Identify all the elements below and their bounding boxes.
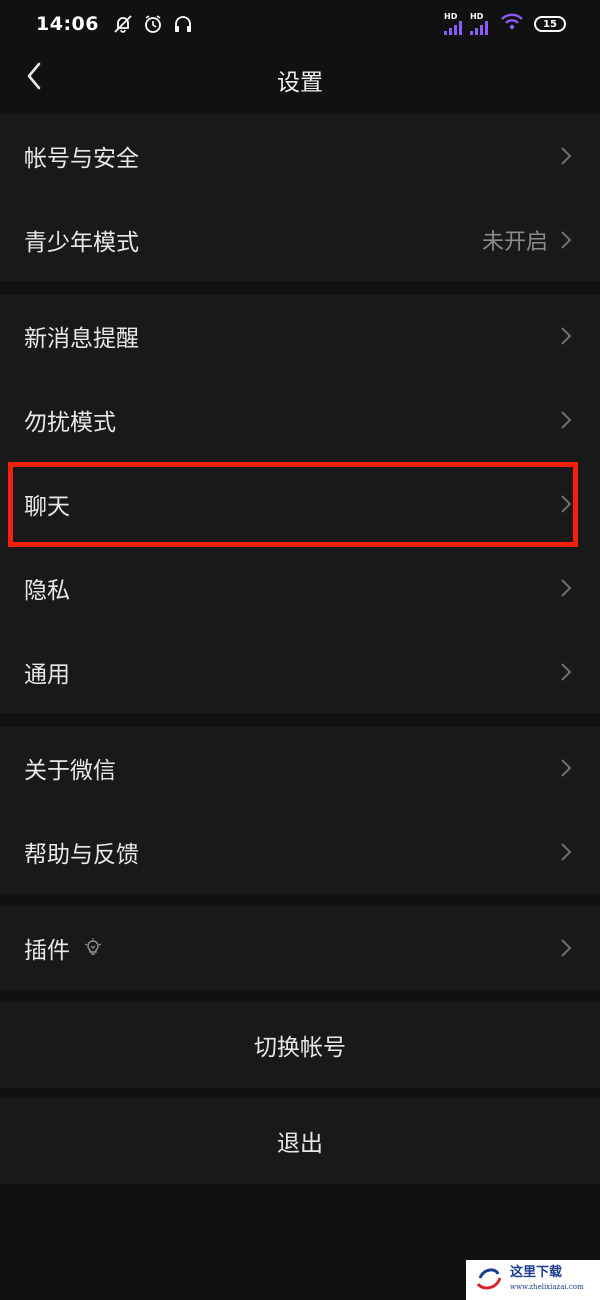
- settings-item-account-security[interactable]: 帐号与安全: [0, 114, 600, 198]
- chevron-right-icon: [560, 409, 574, 431]
- signal-label: HD: [470, 12, 484, 21]
- clock: 14:06: [36, 13, 99, 35]
- page-title: 设置: [277, 70, 323, 96]
- chevron-right-icon: [560, 841, 574, 863]
- settings-item-youth-mode[interactable]: 青少年模式 未开启: [0, 198, 600, 282]
- settings-item-label: 青少年模式: [24, 230, 139, 256]
- settings-group-plugins: 插件: [0, 906, 600, 990]
- chevron-right-icon: [560, 577, 574, 599]
- chevron-right-icon: [560, 325, 574, 347]
- settings-item-label: 新消息提醒: [24, 326, 139, 352]
- settings-item-label: 帮助与反馈: [24, 842, 139, 868]
- watermark-title: 这里下载: [510, 1265, 563, 1280]
- settings-item-label: 帐号与安全: [24, 146, 139, 172]
- settings-item-privacy[interactable]: 隐私: [0, 546, 600, 630]
- settings-group-general: 新消息提醒 勿扰模式 聊天 隐私 通用: [0, 294, 600, 714]
- signal-label: HD: [444, 12, 458, 21]
- bell-off-icon: [111, 12, 135, 36]
- nav-bar: 设置: [0, 48, 600, 110]
- settings-item-label: 聊天: [24, 494, 70, 520]
- watermark-text: 这里下载 www.zhelixiazai.com: [510, 1266, 584, 1294]
- settings-item-chat[interactable]: 聊天: [0, 462, 600, 546]
- settings-item-plugins[interactable]: 插件: [0, 906, 600, 990]
- status-bar: 14:06 HD HD 15: [0, 0, 600, 48]
- chevron-right-icon: [560, 493, 574, 515]
- settings-item-value: 未开启: [481, 230, 548, 255]
- watermark: 这里下载 www.zhelixiazai.com: [466, 1260, 600, 1300]
- chevron-right-icon: [560, 937, 574, 959]
- battery-icon: 15: [534, 16, 566, 32]
- settings-item-label: 插件: [24, 938, 70, 964]
- lightbulb-icon: [84, 937, 104, 959]
- switch-account-button[interactable]: 切换帐号: [0, 1002, 600, 1088]
- settings-group-about: 关于微信 帮助与反馈: [0, 726, 600, 894]
- signal-icon: HD: [444, 13, 462, 35]
- settings-item-new-message[interactable]: 新消息提醒: [0, 294, 600, 378]
- settings-group-account: 帐号与安全 青少年模式 未开启: [0, 114, 600, 282]
- settings-item-label: 隐私: [24, 578, 70, 604]
- watermark-logo: [474, 1264, 504, 1296]
- settings-item-label: 关于微信: [24, 758, 116, 784]
- chevron-right-icon: [560, 229, 574, 251]
- chevron-right-icon: [560, 145, 574, 167]
- settings-item-about[interactable]: 关于微信: [0, 726, 600, 810]
- signal-icon: HD: [470, 13, 488, 35]
- chevron-right-icon: [560, 661, 574, 683]
- settings-item-help[interactable]: 帮助与反馈: [0, 810, 600, 894]
- wifi-icon: [500, 13, 524, 35]
- settings-item-do-not-disturb[interactable]: 勿扰模式: [0, 378, 600, 462]
- watermark-url: www.zhelixiazai.com: [510, 1283, 584, 1291]
- logout-button[interactable]: 退出: [0, 1098, 600, 1184]
- settings-item-label: 勿扰模式: [24, 410, 116, 436]
- headset-icon: [171, 12, 195, 36]
- settings-item-label: 通用: [24, 662, 70, 688]
- chevron-right-icon: [560, 757, 574, 779]
- alarm-icon: [141, 12, 165, 36]
- settings-item-general[interactable]: 通用: [0, 630, 600, 714]
